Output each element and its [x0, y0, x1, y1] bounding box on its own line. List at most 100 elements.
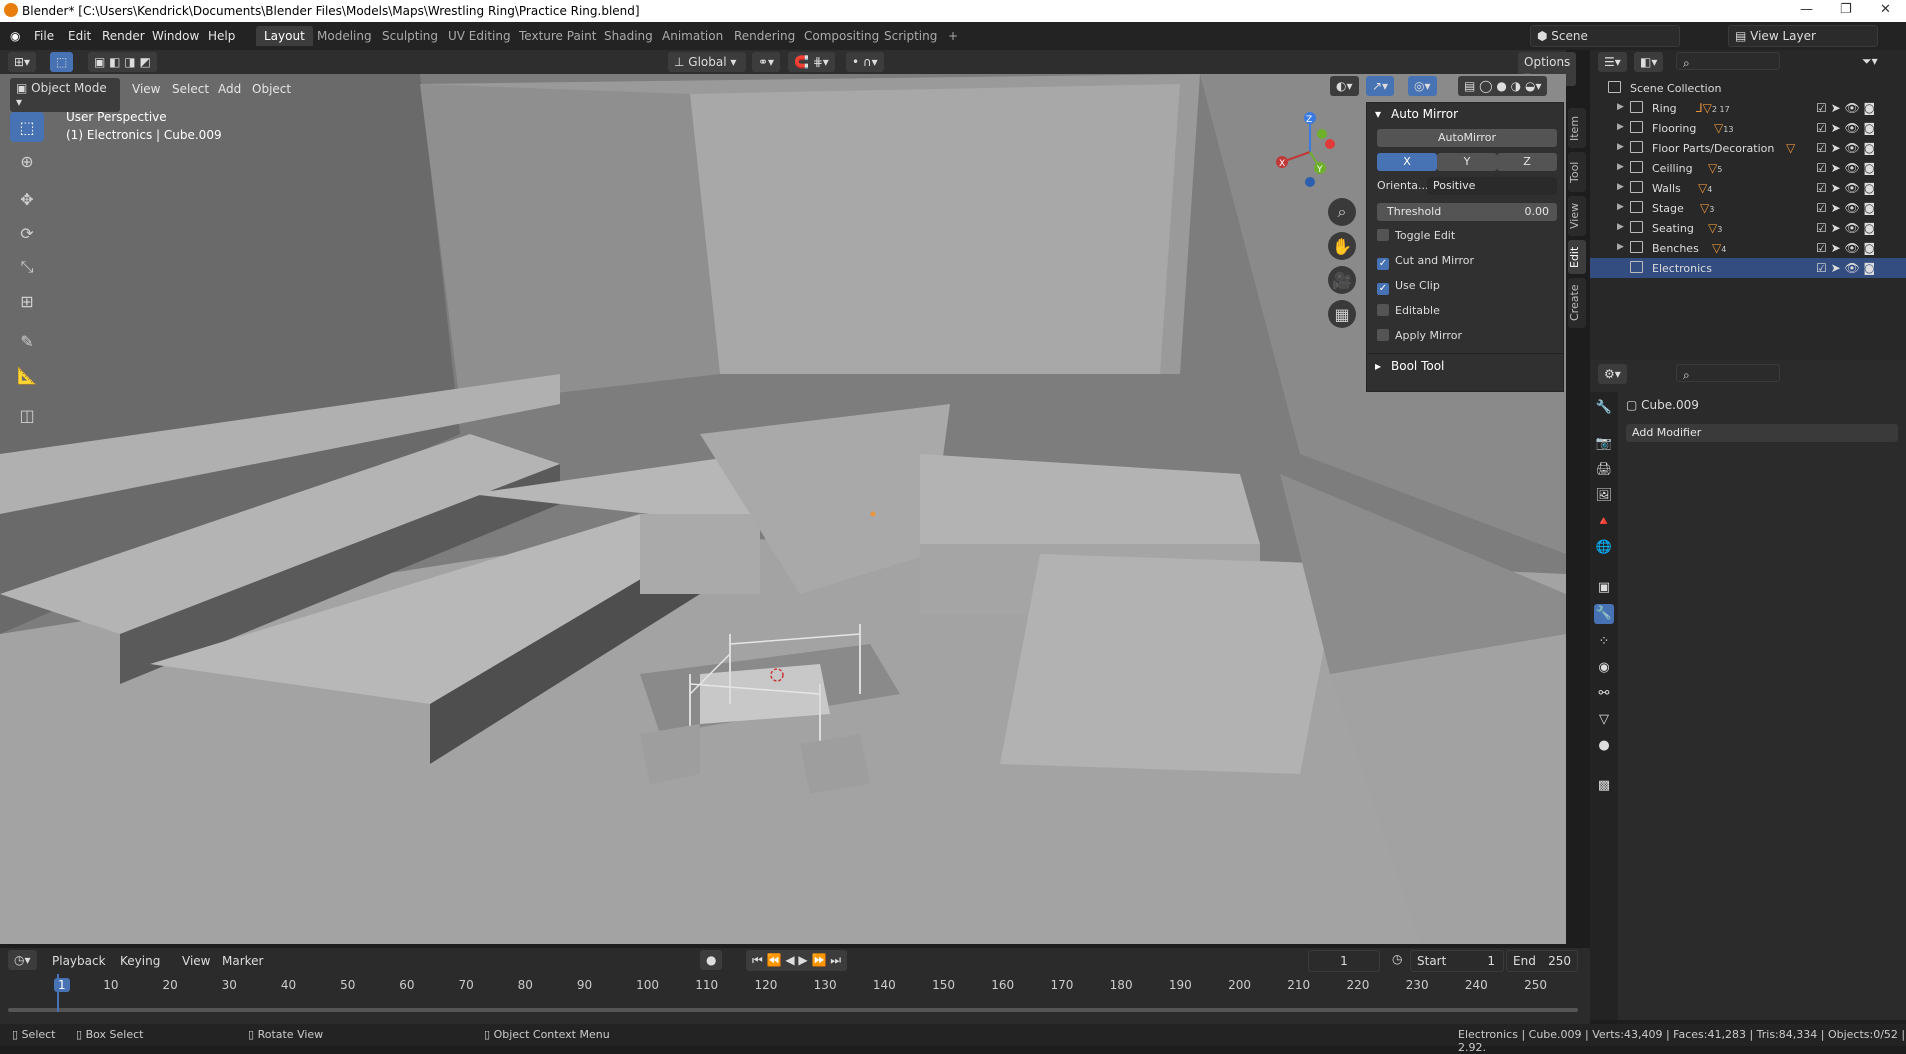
- tab-animation[interactable]: Animation: [654, 26, 731, 46]
- row-status-icons[interactable]: ☑ ➤ 👁 ◙: [1816, 161, 1875, 175]
- orientation-select[interactable]: Positive: [1427, 177, 1557, 195]
- add-cube-tool-icon[interactable]: ◫: [10, 400, 44, 430]
- restore-button[interactable]: ❐: [1840, 2, 1852, 17]
- row-status-icons[interactable]: ☑ ➤ 👁 ◙: [1816, 201, 1875, 215]
- expand-arrow-icon[interactable]: ▶: [1617, 242, 1624, 252]
- shading-modes[interactable]: ▤ ◯ ● ◑ ◒▾: [1458, 76, 1548, 96]
- row-status-icons[interactable]: ☑ ➤ 👁 ◙: [1816, 241, 1875, 255]
- viewport-menu-view[interactable]: View: [132, 82, 160, 96]
- outliner-item[interactable]: ▶ Flooring ▽13 ☑ ➤ 👁 ◙: [1590, 118, 1906, 138]
- expand-arrow-icon[interactable]: ▶: [1617, 222, 1624, 232]
- tab-texture-paint[interactable]: Texture Paint: [511, 26, 604, 46]
- record-button[interactable]: ●: [700, 950, 723, 970]
- snap-toggle[interactable]: 🧲 ⋕▾: [788, 52, 835, 72]
- row-status-icons[interactable]: ☑ ➤ 👁 ◙: [1816, 221, 1875, 235]
- cursor-tool-icon[interactable]: ⊕: [10, 146, 44, 176]
- tab-rendering[interactable]: Rendering: [726, 26, 803, 46]
- editor-type-button[interactable]: ⊞▾: [8, 52, 37, 72]
- tab-create[interactable]: Create: [1568, 278, 1586, 328]
- orientation-dropdown[interactable]: ⊥ Global ▾: [668, 52, 746, 72]
- clock-icon[interactable]: ◷: [1392, 952, 1402, 966]
- tab-edit[interactable]: Edit: [1568, 240, 1586, 274]
- object-properties-icon[interactable]: ▣: [1594, 578, 1614, 598]
- row-status-icons[interactable]: ☑ ➤ 👁 ◙: [1816, 101, 1875, 115]
- outliner-search-input[interactable]: ⌕: [1676, 52, 1780, 70]
- tab-tool[interactable]: Tool: [1568, 152, 1586, 192]
- threshold-field[interactable]: Threshold 0.00: [1377, 203, 1557, 221]
- axis-z-toggle[interactable]: Z: [1497, 153, 1557, 171]
- move-tool-icon[interactable]: ✥: [10, 184, 44, 214]
- timeline-menu-playback[interactable]: Playback: [52, 954, 106, 968]
- tab-view[interactable]: View: [1568, 196, 1586, 236]
- timeline-menu-keying[interactable]: Keying: [120, 954, 160, 968]
- modifier-properties-icon[interactable]: 🔧: [1594, 604, 1614, 624]
- pivot-dropdown[interactable]: ⚭▾: [752, 52, 781, 72]
- timeline-scrollbar[interactable]: [8, 1008, 1578, 1012]
- select-mode-buttons[interactable]: ▣ ◧ ◨ ◩: [88, 52, 157, 72]
- annotate-tool-icon[interactable]: ✎: [10, 326, 44, 356]
- playhead[interactable]: [57, 974, 59, 1012]
- axis-x-toggle[interactable]: X: [1377, 153, 1437, 171]
- cut-and-mirror-checkbox[interactable]: ✓ Cut and Mirror: [1377, 254, 1474, 270]
- outliner-editor-type[interactable]: ☰▾: [1598, 52, 1627, 72]
- menu-file[interactable]: File: [34, 29, 54, 43]
- expand-arrow-icon[interactable]: ▶: [1617, 122, 1624, 132]
- grid-view-icon[interactable]: ▦: [1328, 300, 1356, 328]
- bool-tool-header[interactable]: Bool Tool: [1391, 359, 1444, 373]
- outliner-scene-collection[interactable]: Scene Collection: [1590, 78, 1906, 98]
- outliner-item[interactable]: ▶ Floor Parts/Decoration ▽ ☑ ➤ 👁 ◙: [1590, 138, 1906, 158]
- tab-uv-editing[interactable]: UV Editing: [440, 26, 519, 46]
- menu-window[interactable]: Window: [152, 29, 199, 43]
- view-layer-properties-icon[interactable]: 🖼: [1594, 486, 1614, 506]
- bool-tool-expand-icon[interactable]: ▸: [1375, 359, 1381, 373]
- material-properties-icon[interactable]: ●: [1594, 736, 1614, 756]
- minimize-button[interactable]: —: [1800, 2, 1813, 17]
- measure-tool-icon[interactable]: 📐: [10, 360, 44, 390]
- tab-scripting[interactable]: Scripting: [876, 26, 945, 46]
- output-properties-icon[interactable]: 🖨: [1594, 460, 1614, 480]
- world-properties-icon[interactable]: 🌐: [1594, 538, 1614, 558]
- select-tool-icon[interactable]: ⬚: [50, 52, 74, 72]
- navigation-gizmo[interactable]: Z X Y: [1268, 110, 1352, 194]
- end-frame-field[interactable]: End 250: [1506, 950, 1578, 972]
- viewport-menu-select[interactable]: Select: [172, 82, 209, 96]
- menu-help[interactable]: Help: [208, 29, 235, 43]
- scene-properties-icon[interactable]: 🔺: [1594, 512, 1614, 532]
- data-properties-icon[interactable]: ▽: [1594, 710, 1614, 730]
- proportional-edit[interactable]: • ∩▾: [846, 52, 884, 72]
- visibility-dropdown[interactable]: ◐▾: [1330, 76, 1359, 96]
- apply-mirror-checkbox[interactable]: Apply Mirror: [1377, 329, 1462, 342]
- outliner-item[interactable]: ▶ Walls ▽4 ☑ ➤ 👁 ◙: [1590, 178, 1906, 198]
- close-button[interactable]: ✕: [1880, 2, 1891, 17]
- tab-layout[interactable]: Layout: [256, 26, 313, 46]
- viewport-menu-object[interactable]: Object: [252, 82, 291, 96]
- timeline-menu-view[interactable]: View: [182, 954, 210, 968]
- object-mode-dropdown[interactable]: ▣ Object Mode ▾: [10, 78, 120, 112]
- add-modifier-dropdown[interactable]: Add Modifier: [1626, 424, 1898, 442]
- outliner-item[interactable]: ▶ Benches ▽4 ☑ ➤ 👁 ◙: [1590, 238, 1906, 258]
- outliner-item[interactable]: ▶ Seating ▽3 ☑ ➤ 👁 ◙: [1590, 218, 1906, 238]
- menu-edit[interactable]: Edit: [68, 29, 91, 43]
- properties-search-input[interactable]: ⌕: [1676, 364, 1780, 382]
- blender-menu-icon[interactable]: ◉: [10, 29, 20, 43]
- outliner-item[interactable]: ▶ Stage ▽3 ☑ ➤ 👁 ◙: [1590, 198, 1906, 218]
- automirror-button[interactable]: AutoMirror: [1377, 129, 1557, 147]
- current-frame-field[interactable]: 1: [1308, 950, 1380, 972]
- render-properties-icon[interactable]: 📷: [1594, 434, 1614, 454]
- properties-editor-type[interactable]: ⚙▾: [1598, 364, 1627, 384]
- 3d-viewport[interactable]: ▣ Object Mode ▾ View Select Add Object ◐…: [0, 74, 1566, 944]
- toggle-edit-checkbox[interactable]: Toggle Edit: [1377, 229, 1455, 242]
- row-status-icons[interactable]: ☑ ➤ 👁 ◙: [1816, 141, 1875, 155]
- zoom-icon[interactable]: ⌕: [1328, 198, 1356, 226]
- expand-arrow-icon[interactable]: ▶: [1617, 102, 1624, 112]
- tab-modeling[interactable]: Modeling: [309, 26, 380, 46]
- timeline-menu-marker[interactable]: Marker: [222, 954, 263, 968]
- row-status-icons[interactable]: ☑ ➤ 👁 ◙: [1816, 181, 1875, 195]
- start-frame-field[interactable]: Start 1: [1410, 950, 1504, 972]
- add-workspace-button[interactable]: +: [940, 26, 966, 46]
- constraints-properties-icon[interactable]: ⚯: [1594, 684, 1614, 704]
- expand-arrow-icon[interactable]: ▶: [1617, 162, 1624, 172]
- filter-icon[interactable]: ⏷▾: [1862, 54, 1878, 69]
- tab-sculpting[interactable]: Sculpting: [374, 26, 446, 46]
- display-mode-dropdown[interactable]: ◧▾: [1634, 52, 1664, 72]
